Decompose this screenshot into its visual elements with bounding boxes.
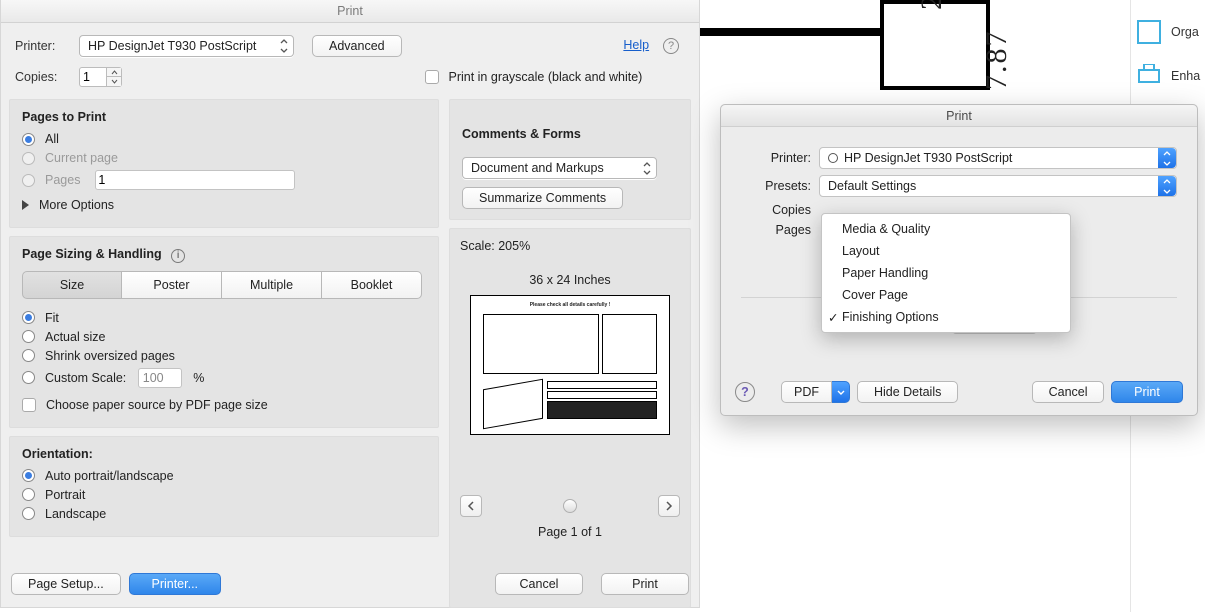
- sidebar-label: Enha: [1171, 69, 1200, 83]
- orientation-heading: Orientation:: [22, 447, 426, 461]
- enhance-icon: [1137, 64, 1161, 88]
- sidebar-label: Orga: [1171, 25, 1199, 39]
- seg-poster[interactable]: Poster: [122, 271, 222, 299]
- orientation-panel: Orientation: Auto portrait/landscape Por…: [9, 436, 439, 537]
- stepper-buttons[interactable]: [107, 67, 122, 87]
- preview-panel: Scale: 205% 36 x 24 Inches Please check …: [449, 228, 691, 608]
- summarize-button[interactable]: Summarize Comments: [462, 187, 623, 209]
- paper-size-label: 36 x 24 Inches: [529, 273, 610, 287]
- help-icon[interactable]: ?: [735, 382, 755, 402]
- printer-label: Printer:: [15, 39, 71, 53]
- pages-input[interactable]: [95, 170, 295, 190]
- page-counter: Page 1 of 1: [538, 525, 602, 539]
- sidebar-item-enhance[interactable]: Enha: [1137, 64, 1199, 88]
- radio-actual-size[interactable]: [22, 330, 35, 343]
- info-icon[interactable]: i: [171, 249, 185, 263]
- cancel-button[interactable]: Cancel: [495, 573, 583, 595]
- page-setup-button[interactable]: Page Setup...: [11, 573, 121, 595]
- scale-label: Scale: 205%: [460, 239, 530, 253]
- hide-details-button[interactable]: Hide Details: [857, 381, 958, 403]
- seg-multiple[interactable]: Multiple: [222, 271, 322, 299]
- prev-page-button[interactable]: [460, 495, 482, 517]
- dropdown-option[interactable]: Media & Quality: [822, 218, 1070, 240]
- check-icon: ✓: [828, 310, 838, 325]
- copies-label: Copies:: [15, 70, 71, 84]
- select-arrows-icon: [640, 160, 654, 176]
- page-sizing-panel: Page Sizing & Handling i Size Poster Mul…: [9, 236, 439, 428]
- page-sizing-heading: Page Sizing & Handling i: [22, 247, 426, 263]
- printer-value: HP DesignJet T930 PostScript: [88, 39, 256, 53]
- status-dot-icon: [828, 153, 838, 163]
- dropdown-option[interactable]: Layout: [822, 240, 1070, 262]
- radio-shrink[interactable]: [22, 349, 35, 362]
- seg-size[interactable]: Size: [22, 271, 122, 299]
- dropdown-option-selected[interactable]: ✓Finishing Options: [822, 306, 1070, 328]
- organize-icon: [1137, 20, 1161, 44]
- dialog-title: Print: [1, 0, 699, 23]
- pdf-menu-arrow-icon[interactable]: [832, 381, 850, 403]
- comments-select[interactable]: Document and Markups: [462, 157, 657, 179]
- sizing-segment[interactable]: Size Poster Multiple Booklet: [22, 271, 426, 299]
- select-arrows-icon: [1158, 176, 1176, 196]
- disclose-icon[interactable]: [22, 200, 29, 210]
- grayscale-label: Print in grayscale (black and white): [448, 70, 642, 84]
- help-icon[interactable]: ?: [663, 38, 679, 54]
- select-arrows-icon: [277, 38, 291, 54]
- radio-auto[interactable]: [22, 469, 35, 482]
- copies-label: Copies: [741, 203, 819, 217]
- pages-to-print-panel: Pages to Print All Current page Pages Mo…: [9, 99, 439, 228]
- next-page-button[interactable]: [658, 495, 680, 517]
- dialog-title: Print: [721, 105, 1197, 127]
- pdf-button[interactable]: PDF: [781, 381, 832, 403]
- cancel-button[interactable]: Cancel: [1032, 381, 1104, 403]
- radio-pages[interactable]: [22, 174, 35, 187]
- presets-label: Presets:: [741, 179, 819, 193]
- radio-fit[interactable]: [22, 311, 35, 324]
- seg-booklet[interactable]: Booklet: [322, 271, 422, 299]
- page-slider[interactable]: [563, 499, 577, 513]
- radio-all[interactable]: [22, 133, 35, 146]
- grayscale-checkbox[interactable]: [425, 70, 439, 84]
- system-print-dialog: Print Printer: HP DesignJet T930 PostScr…: [720, 104, 1198, 416]
- more-options[interactable]: More Options: [39, 198, 114, 212]
- radio-landscape[interactable]: [22, 507, 35, 520]
- print-button[interactable]: Print: [1111, 381, 1183, 403]
- pages-to-print-heading: Pages to Print: [22, 110, 426, 124]
- printer-label: Printer:: [741, 151, 819, 165]
- radio-custom-scale[interactable]: [22, 371, 35, 384]
- comments-forms-heading: Comments & Forms: [462, 127, 678, 141]
- choose-paper-checkbox[interactable]: [22, 398, 36, 412]
- dropdown-option[interactable]: Paper Handling: [822, 262, 1070, 284]
- printer-select[interactable]: HP DesignJet T930 PostScript: [79, 35, 294, 57]
- printer-select[interactable]: HP DesignJet T930 PostScript: [819, 147, 1177, 169]
- pages-label: Pages: [741, 223, 819, 237]
- stepper-up-icon[interactable]: [107, 68, 121, 77]
- printer-button[interactable]: Printer...: [129, 573, 221, 595]
- options-dropdown[interactable]: Media & Quality Layout Paper Handling Co…: [821, 213, 1071, 333]
- presets-select[interactable]: Default Settings: [819, 175, 1177, 197]
- comments-forms-panel: Comments & Forms Document and Markups Su…: [449, 99, 691, 220]
- page-preview: Please check all details carefully !: [470, 295, 670, 435]
- radio-current-page[interactable]: [22, 152, 35, 165]
- acrobat-print-dialog: Print Printer: HP DesignJet T930 PostScr…: [0, 0, 700, 608]
- copies-input[interactable]: [79, 67, 107, 87]
- stepper-down-icon[interactable]: [107, 77, 121, 86]
- copies-stepper[interactable]: [79, 67, 304, 87]
- help-link[interactable]: Help: [623, 38, 649, 52]
- advanced-button[interactable]: Advanced: [312, 35, 402, 57]
- custom-scale-input[interactable]: [138, 368, 182, 388]
- print-button[interactable]: Print: [601, 573, 689, 595]
- dropdown-option[interactable]: Cover Page: [822, 284, 1070, 306]
- radio-portrait[interactable]: [22, 488, 35, 501]
- select-arrows-icon: [1158, 148, 1176, 168]
- sidebar-item-organize[interactable]: Orga: [1137, 20, 1199, 44]
